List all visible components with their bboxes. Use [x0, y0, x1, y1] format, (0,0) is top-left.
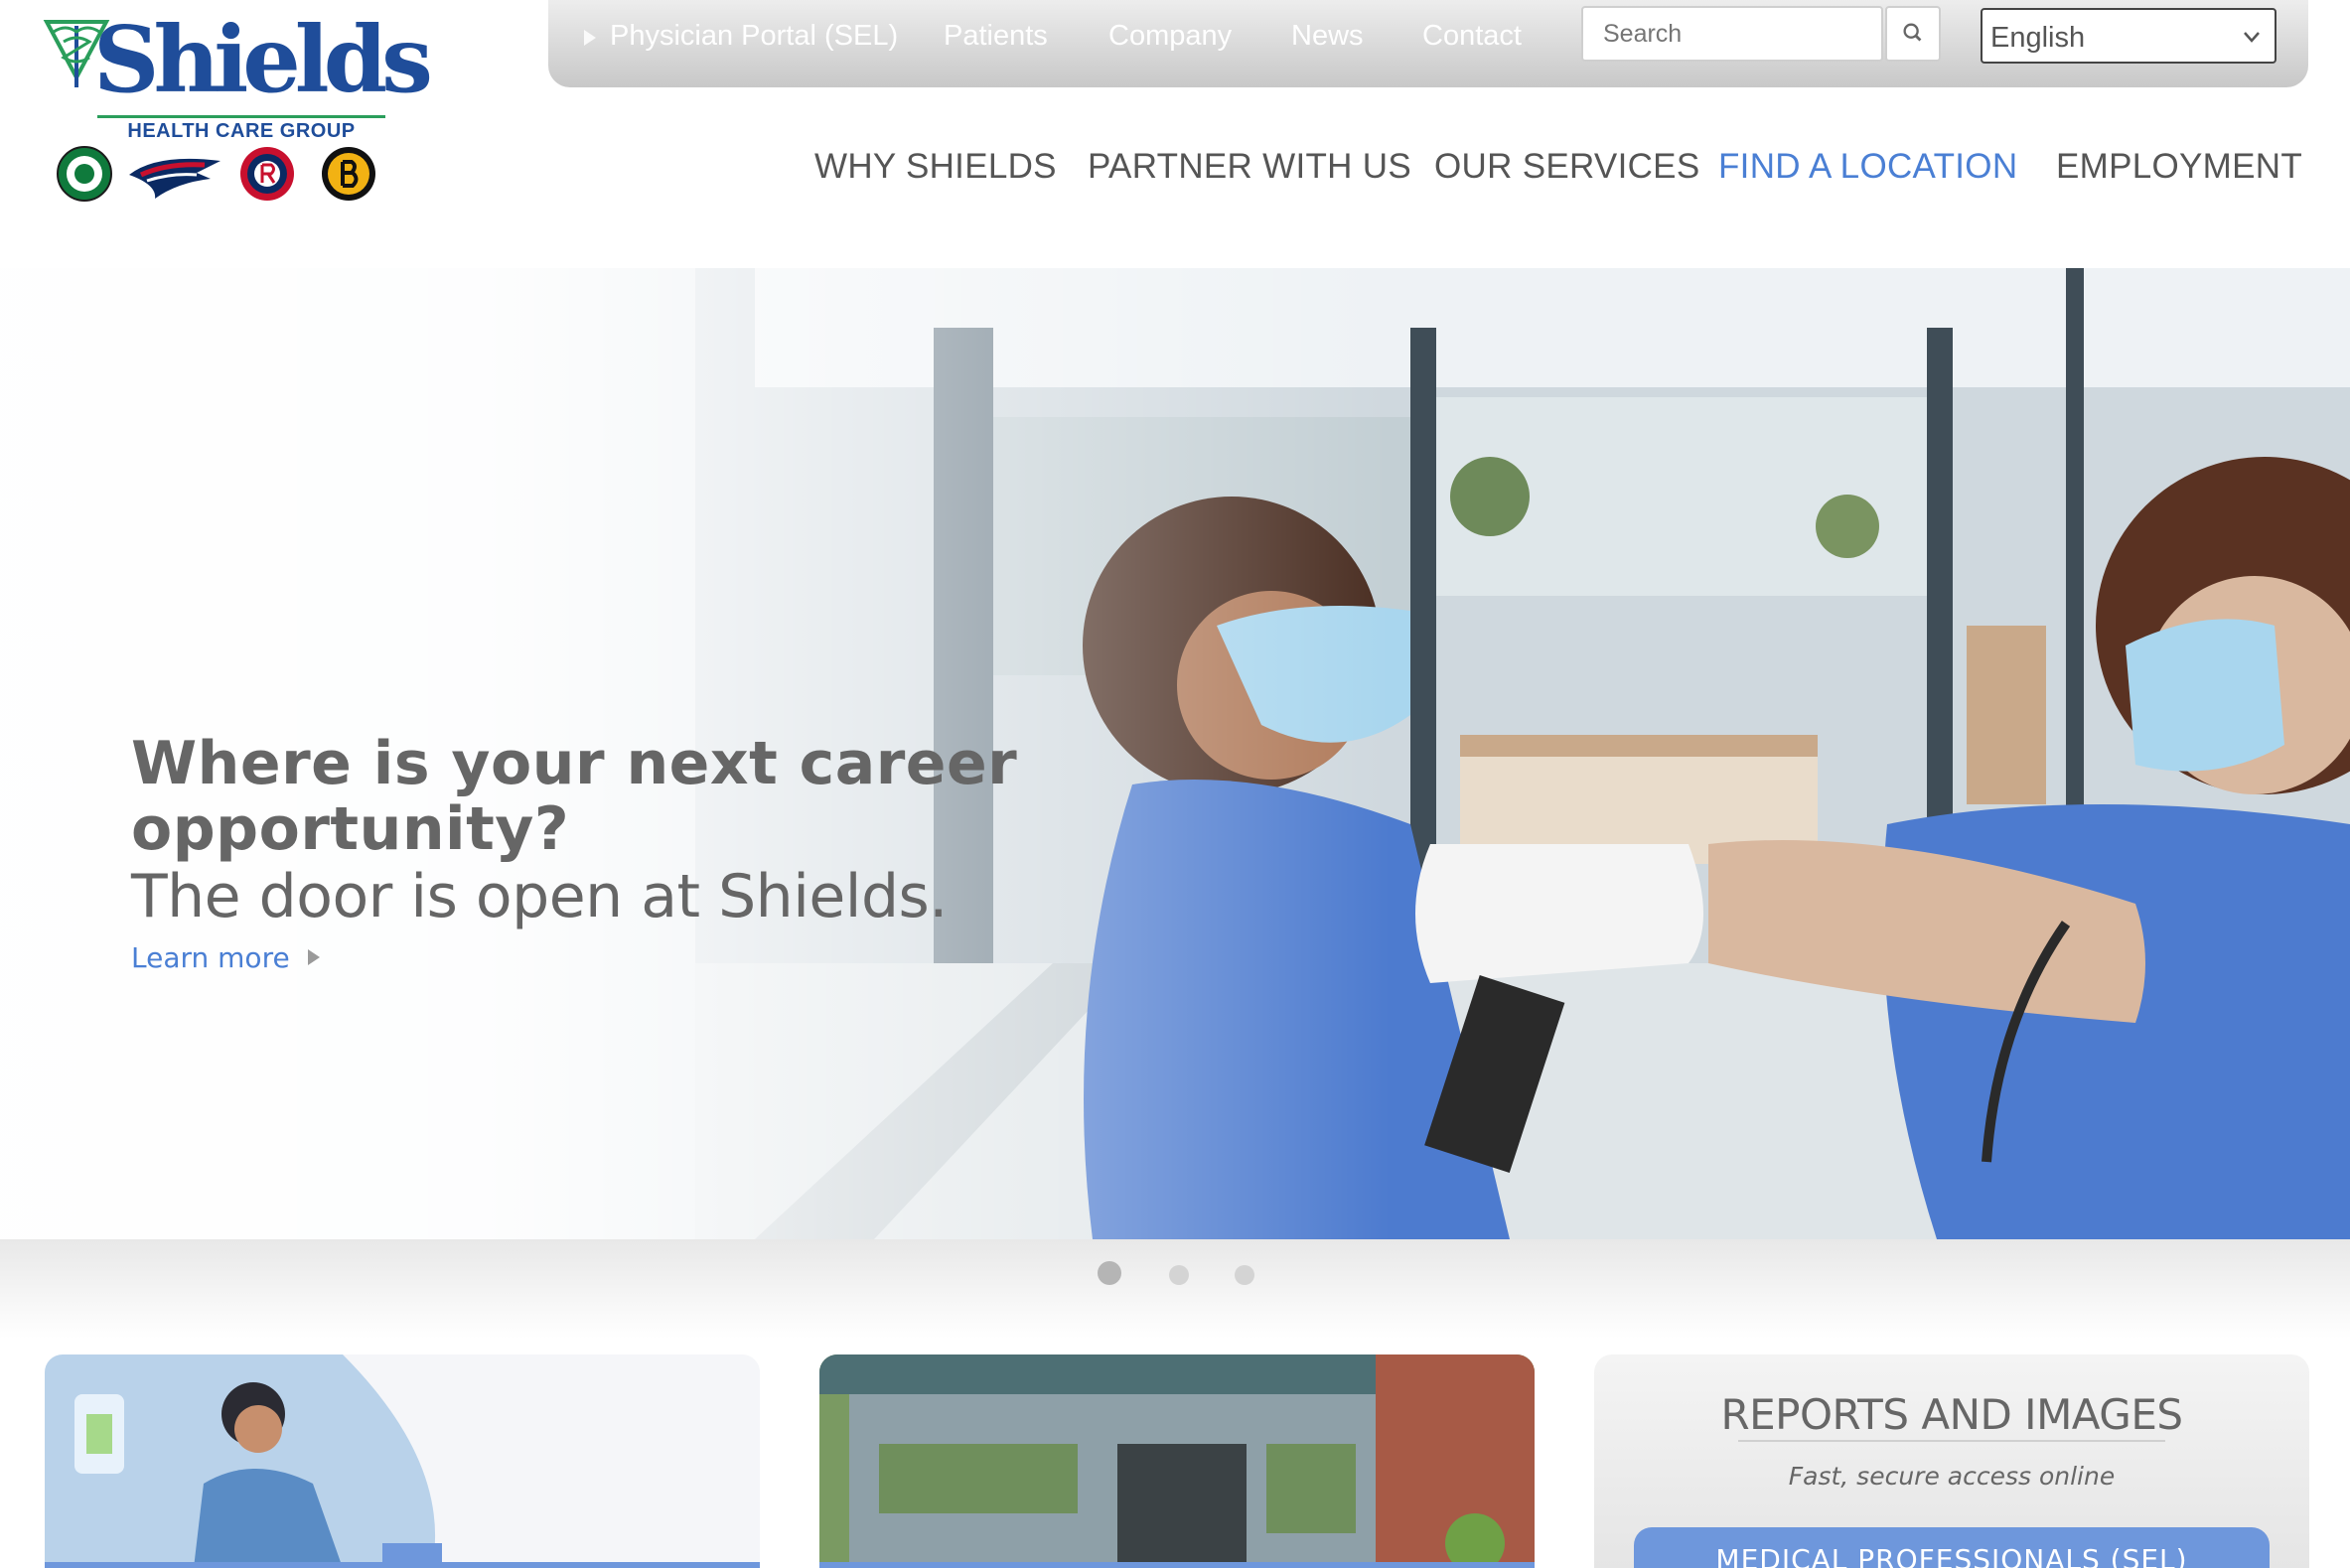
hero-text: Where is your next career opportunity? T…: [131, 731, 1025, 974]
util-link-company[interactable]: Company: [1108, 20, 1232, 53]
hero-subtitle: The door is open at Shields.: [131, 862, 948, 931]
card-accent-bar: [45, 1562, 760, 1568]
util-link-physician-portal[interactable]: Physician Portal (SEL): [610, 20, 898, 53]
play-arrow-icon: [307, 949, 320, 965]
language-selected: English: [1990, 22, 2086, 54]
carousel-dot-1[interactable]: [1098, 1261, 1121, 1285]
search-field: [1581, 6, 1883, 62]
carousel-dots: [0, 1239, 2350, 1339]
carousel-dot-3[interactable]: [1235, 1265, 1254, 1285]
nav-partner-with-us[interactable]: PARTNER WITH US: [1088, 147, 1411, 187]
site-header: Shields HEALTH CARE GROUP Physician Port…: [0, 0, 2350, 268]
reports-title: REPORTS AND IMAGES: [1720, 1390, 2183, 1439]
reports-divider: [1738, 1440, 2165, 1442]
util-link-patients[interactable]: Patients: [944, 20, 1048, 53]
nav-our-services[interactable]: OUR SERVICES: [1434, 147, 1699, 187]
search-icon: [1903, 23, 1922, 42]
chevron-down-icon: [2244, 32, 2260, 43]
nav-why-shields[interactable]: WHY SHIELDS: [814, 147, 1057, 187]
hero-carousel: Where is your next career opportunity? T…: [0, 268, 2350, 1239]
card-reports: REPORTS AND IMAGES Fast, secure access o…: [1594, 1354, 2309, 1568]
reports-subtitle: Fast, secure access online: [1788, 1462, 2116, 1491]
utility-bar: Physician Portal (SEL) Patients Company …: [548, 0, 2308, 87]
card-accent-bar: [819, 1562, 1535, 1568]
logo-wordmark: Shields: [93, 6, 433, 113]
hero-title: Where is your next career opportunity?: [131, 729, 1018, 864]
main-nav: WHY SHIELDS PARTNER WITH US OUR SERVICES…: [0, 139, 2350, 199]
card-locations[interactable]: [819, 1354, 1535, 1568]
play-arrow-icon: [584, 30, 596, 46]
learn-more-link[interactable]: Learn more: [131, 941, 320, 974]
util-link-contact[interactable]: Contact: [1422, 20, 1522, 53]
card-photo-building: [819, 1354, 1535, 1568]
medical-professionals-button[interactable]: MEDICAL PROFESSIONALS (SEL): [1634, 1527, 2270, 1568]
nav-employment[interactable]: EMPLOYMENT: [2056, 147, 2302, 187]
card-patients[interactable]: [45, 1354, 760, 1568]
nav-find-a-location[interactable]: FIND A LOCATION: [1718, 147, 2017, 187]
card-illustration-nurse: [45, 1354, 760, 1568]
language-select[interactable]: English: [1981, 8, 2277, 64]
search-input[interactable]: [1583, 8, 1881, 60]
search-button[interactable]: [1885, 6, 1941, 62]
util-link-news[interactable]: News: [1291, 20, 1364, 53]
carousel-dot-2[interactable]: [1169, 1265, 1189, 1285]
learn-more-label: Learn more: [131, 941, 290, 974]
